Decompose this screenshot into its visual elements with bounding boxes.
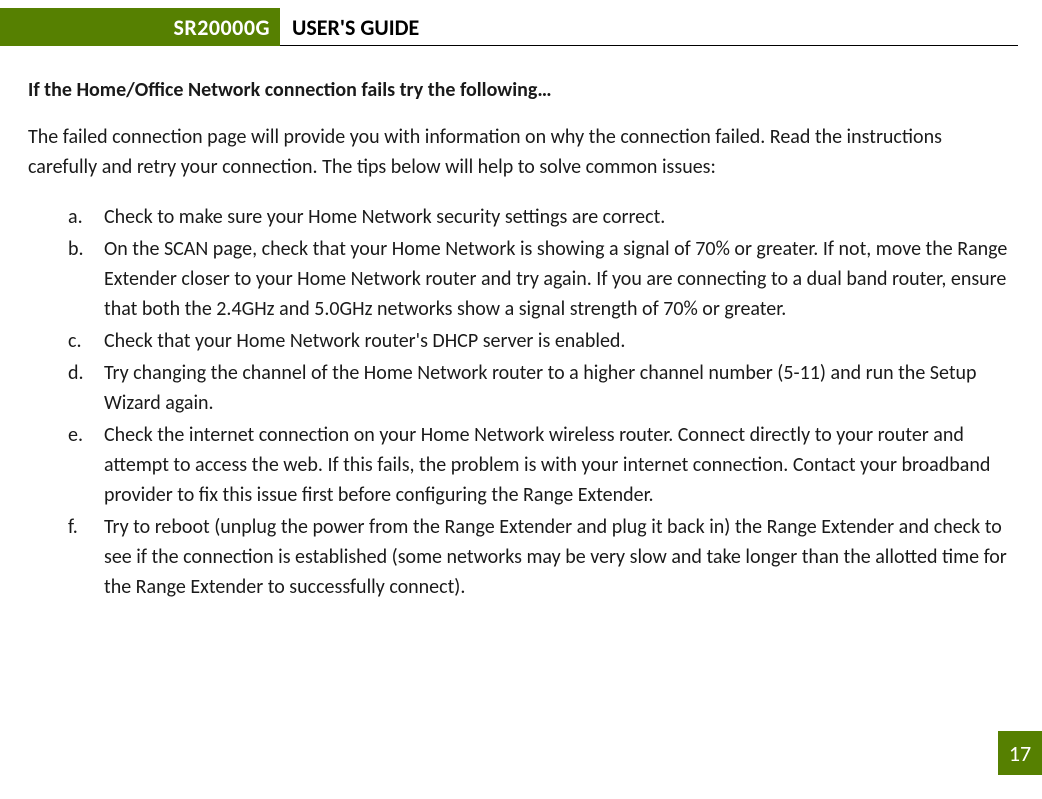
header: SR20000G USER'S GUIDE <box>0 8 1042 50</box>
content-area: If the Home/Office Network connection fa… <box>0 50 1042 602</box>
step-marker: c. <box>68 326 104 356</box>
intro-text: The failed connection page will provide … <box>28 122 1014 182</box>
step-marker: f. <box>68 512 104 602</box>
step-text: Check the internet connection on your Ho… <box>104 420 1014 510</box>
list-item: a. Check to make sure your Home Network … <box>68 202 1014 232</box>
step-marker: b. <box>68 234 104 324</box>
section-heading: If the Home/Office Network connection fa… <box>28 78 1014 102</box>
list-item: f. Try to reboot (unplug the power from … <box>68 512 1014 602</box>
step-text: Check that your Home Network router's DH… <box>104 326 1014 356</box>
page-number: 17 <box>998 731 1042 775</box>
step-marker: e. <box>68 420 104 510</box>
step-text: Try changing the channel of the Home Net… <box>104 358 1014 418</box>
step-marker: a. <box>68 202 104 232</box>
step-text: On the SCAN page, check that your Home N… <box>104 234 1014 324</box>
document-title: USER'S GUIDE <box>292 8 419 46</box>
step-marker: d. <box>68 358 104 418</box>
list-item: e. Check the internet connection on your… <box>68 420 1014 510</box>
steps-list: a. Check to make sure your Home Network … <box>28 202 1014 602</box>
product-name: SR20000G <box>173 14 270 41</box>
list-item: c. Check that your Home Network router's… <box>68 326 1014 356</box>
list-item: d. Try changing the channel of the Home … <box>68 358 1014 418</box>
header-rule <box>280 45 1018 46</box>
list-item: b. On the SCAN page, check that your Hom… <box>68 234 1014 324</box>
step-text: Check to make sure your Home Network sec… <box>104 202 1014 232</box>
header-bar: SR20000G <box>0 8 280 46</box>
step-text: Try to reboot (unplug the power from the… <box>104 512 1014 602</box>
